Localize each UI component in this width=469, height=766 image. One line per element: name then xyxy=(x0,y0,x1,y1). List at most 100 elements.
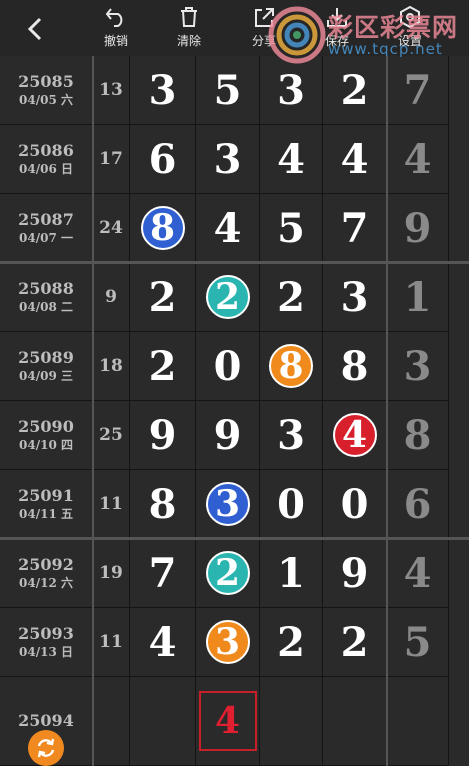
digit-cell: 8 xyxy=(323,332,387,401)
digit-cell: 6 xyxy=(130,125,196,194)
digit-cell: 3 xyxy=(196,470,260,539)
last-digit-cell: 3 xyxy=(387,332,449,401)
undo-icon xyxy=(105,8,123,27)
group-separator xyxy=(0,261,469,264)
issue-date: 04/05 六 xyxy=(19,93,73,107)
issue-date: 04/09 三 xyxy=(19,369,73,383)
watermark-text: 彩区彩票网 xyxy=(328,13,459,42)
sum-cell: 11 xyxy=(93,470,130,539)
pending-row: 25094 4 xyxy=(0,677,469,766)
back-button[interactable] xyxy=(24,14,48,44)
trash-icon xyxy=(181,7,197,27)
issue-number: 25094 xyxy=(18,711,74,730)
digit-cell: 9 xyxy=(130,401,196,470)
orange-ball: 3 xyxy=(205,620,250,664)
sum-cell: 17 xyxy=(93,125,130,194)
digit-cell: 0 xyxy=(323,470,387,539)
issue-number: 25093 xyxy=(18,624,74,643)
prediction-box[interactable]: 4 xyxy=(198,691,257,751)
blue-ball: 3 xyxy=(205,482,250,526)
digit-input-cell[interactable] xyxy=(130,677,196,766)
digit-cell: 3 xyxy=(323,263,387,332)
last-digit-cell: 8 xyxy=(387,401,449,470)
last-digit-cell xyxy=(387,677,449,766)
column-separator xyxy=(386,56,388,766)
digit-cell: 3 xyxy=(196,608,260,677)
digit-input-cell[interactable] xyxy=(260,677,323,766)
undo-label: 撤销 xyxy=(103,34,128,48)
trend-row: 25090 04/10 四 25 9 9 3 4 8 xyxy=(0,401,469,470)
sum-cell: 18 xyxy=(93,332,130,401)
last-digit-cell: 1 xyxy=(387,263,449,332)
last-digit-cell: 6 xyxy=(387,470,449,539)
digit-cell: 2 xyxy=(130,263,196,332)
issue-number: 25087 xyxy=(18,210,74,229)
digit-cell: 8 xyxy=(260,332,323,401)
group-separator xyxy=(0,537,469,540)
digit-cell: 2 xyxy=(260,608,323,677)
digit-cell: 2 xyxy=(323,608,387,677)
last-digit-cell: 4 xyxy=(387,539,449,608)
teal-ball: 2 xyxy=(205,275,250,319)
digit-cell: 2 xyxy=(130,332,196,401)
sum-cell: 25 xyxy=(93,401,130,470)
digit-cell: 2 xyxy=(196,263,260,332)
issue-cell: 25092 04/12 六 xyxy=(0,539,93,608)
issue-date: 04/06 日 xyxy=(19,162,73,176)
digit-cell: 0 xyxy=(260,470,323,539)
digit-cell: 4 xyxy=(323,401,387,470)
issue-date: 04/10 四 xyxy=(19,438,73,452)
issue-date: 04/13 日 xyxy=(19,645,73,659)
digit-cell: 3 xyxy=(260,401,323,470)
digit-cell: 7 xyxy=(130,539,196,608)
sum-cell: 11 xyxy=(93,608,130,677)
issue-number: 25088 xyxy=(18,279,74,298)
digit-cell: 0 xyxy=(196,332,260,401)
digit-cell: 4 xyxy=(130,608,196,677)
sum-cell: 13 xyxy=(93,56,130,125)
trend-row: 25086 04/06 日 17 6 3 4 4 4 xyxy=(0,125,469,194)
last-digit-cell: 4 xyxy=(387,125,449,194)
issue-number: 25091 xyxy=(18,486,74,505)
trend-row: 25087 04/07 一 24 8 4 5 7 9 xyxy=(0,194,469,263)
trend-grid: 25085 04/05 六 13 3 5 3 2 7 25086 04/06 日 17 6 3 4 4 4 25… xyxy=(0,56,469,766)
trend-row: 25085 04/05 六 13 3 5 3 2 7 xyxy=(0,56,469,125)
red-ball: 4 xyxy=(332,413,377,457)
undo-button[interactable]: 撤销 xyxy=(88,6,144,54)
issue-number: 25089 xyxy=(18,348,74,367)
issue-number: 25085 xyxy=(18,72,74,91)
sum-cell: 9 xyxy=(93,263,130,332)
digit-cell: 9 xyxy=(323,539,387,608)
issue-cell: 25086 04/06 日 xyxy=(0,125,93,194)
sum-cell: 19 xyxy=(93,539,130,608)
digit-cell: 9 xyxy=(196,401,260,470)
blue-ball: 8 xyxy=(140,206,185,250)
issue-cell: 25085 04/05 六 xyxy=(0,56,93,125)
digit-cell: 3 xyxy=(196,125,260,194)
digit-cell: 4 xyxy=(260,125,323,194)
refresh-icon xyxy=(37,738,55,758)
teal-ball: 2 xyxy=(205,551,250,595)
clear-button[interactable]: 清除 xyxy=(161,6,217,54)
issue-cell: 25090 04/10 四 xyxy=(0,401,93,470)
digit-input-cell[interactable]: 4 xyxy=(196,677,260,766)
digit-cell: 5 xyxy=(196,56,260,125)
last-digit-cell: 5 xyxy=(387,608,449,677)
digit-cell: 4 xyxy=(323,125,387,194)
back-arrow-icon xyxy=(27,17,42,41)
digit-cell: 3 xyxy=(260,56,323,125)
last-digit-cell: 7 xyxy=(387,56,449,125)
clear-label: 清除 xyxy=(176,34,201,48)
issue-number: 25092 xyxy=(18,555,74,574)
digit-cell: 5 xyxy=(260,194,323,263)
refresh-button[interactable] xyxy=(28,730,64,766)
issue-cell: 25088 04/08 二 xyxy=(0,263,93,332)
digit-cell: 2 xyxy=(196,539,260,608)
digit-cell: 8 xyxy=(130,194,196,263)
issue-cell: 25089 04/09 三 xyxy=(0,332,93,401)
issue-date: 04/11 五 xyxy=(19,507,73,521)
issue-date: 04/12 六 xyxy=(19,576,73,590)
trend-row: 25092 04/12 六 19 7 2 1 9 4 xyxy=(0,539,469,608)
last-digit-cell: 9 xyxy=(387,194,449,263)
digit-input-cell[interactable] xyxy=(323,677,387,766)
